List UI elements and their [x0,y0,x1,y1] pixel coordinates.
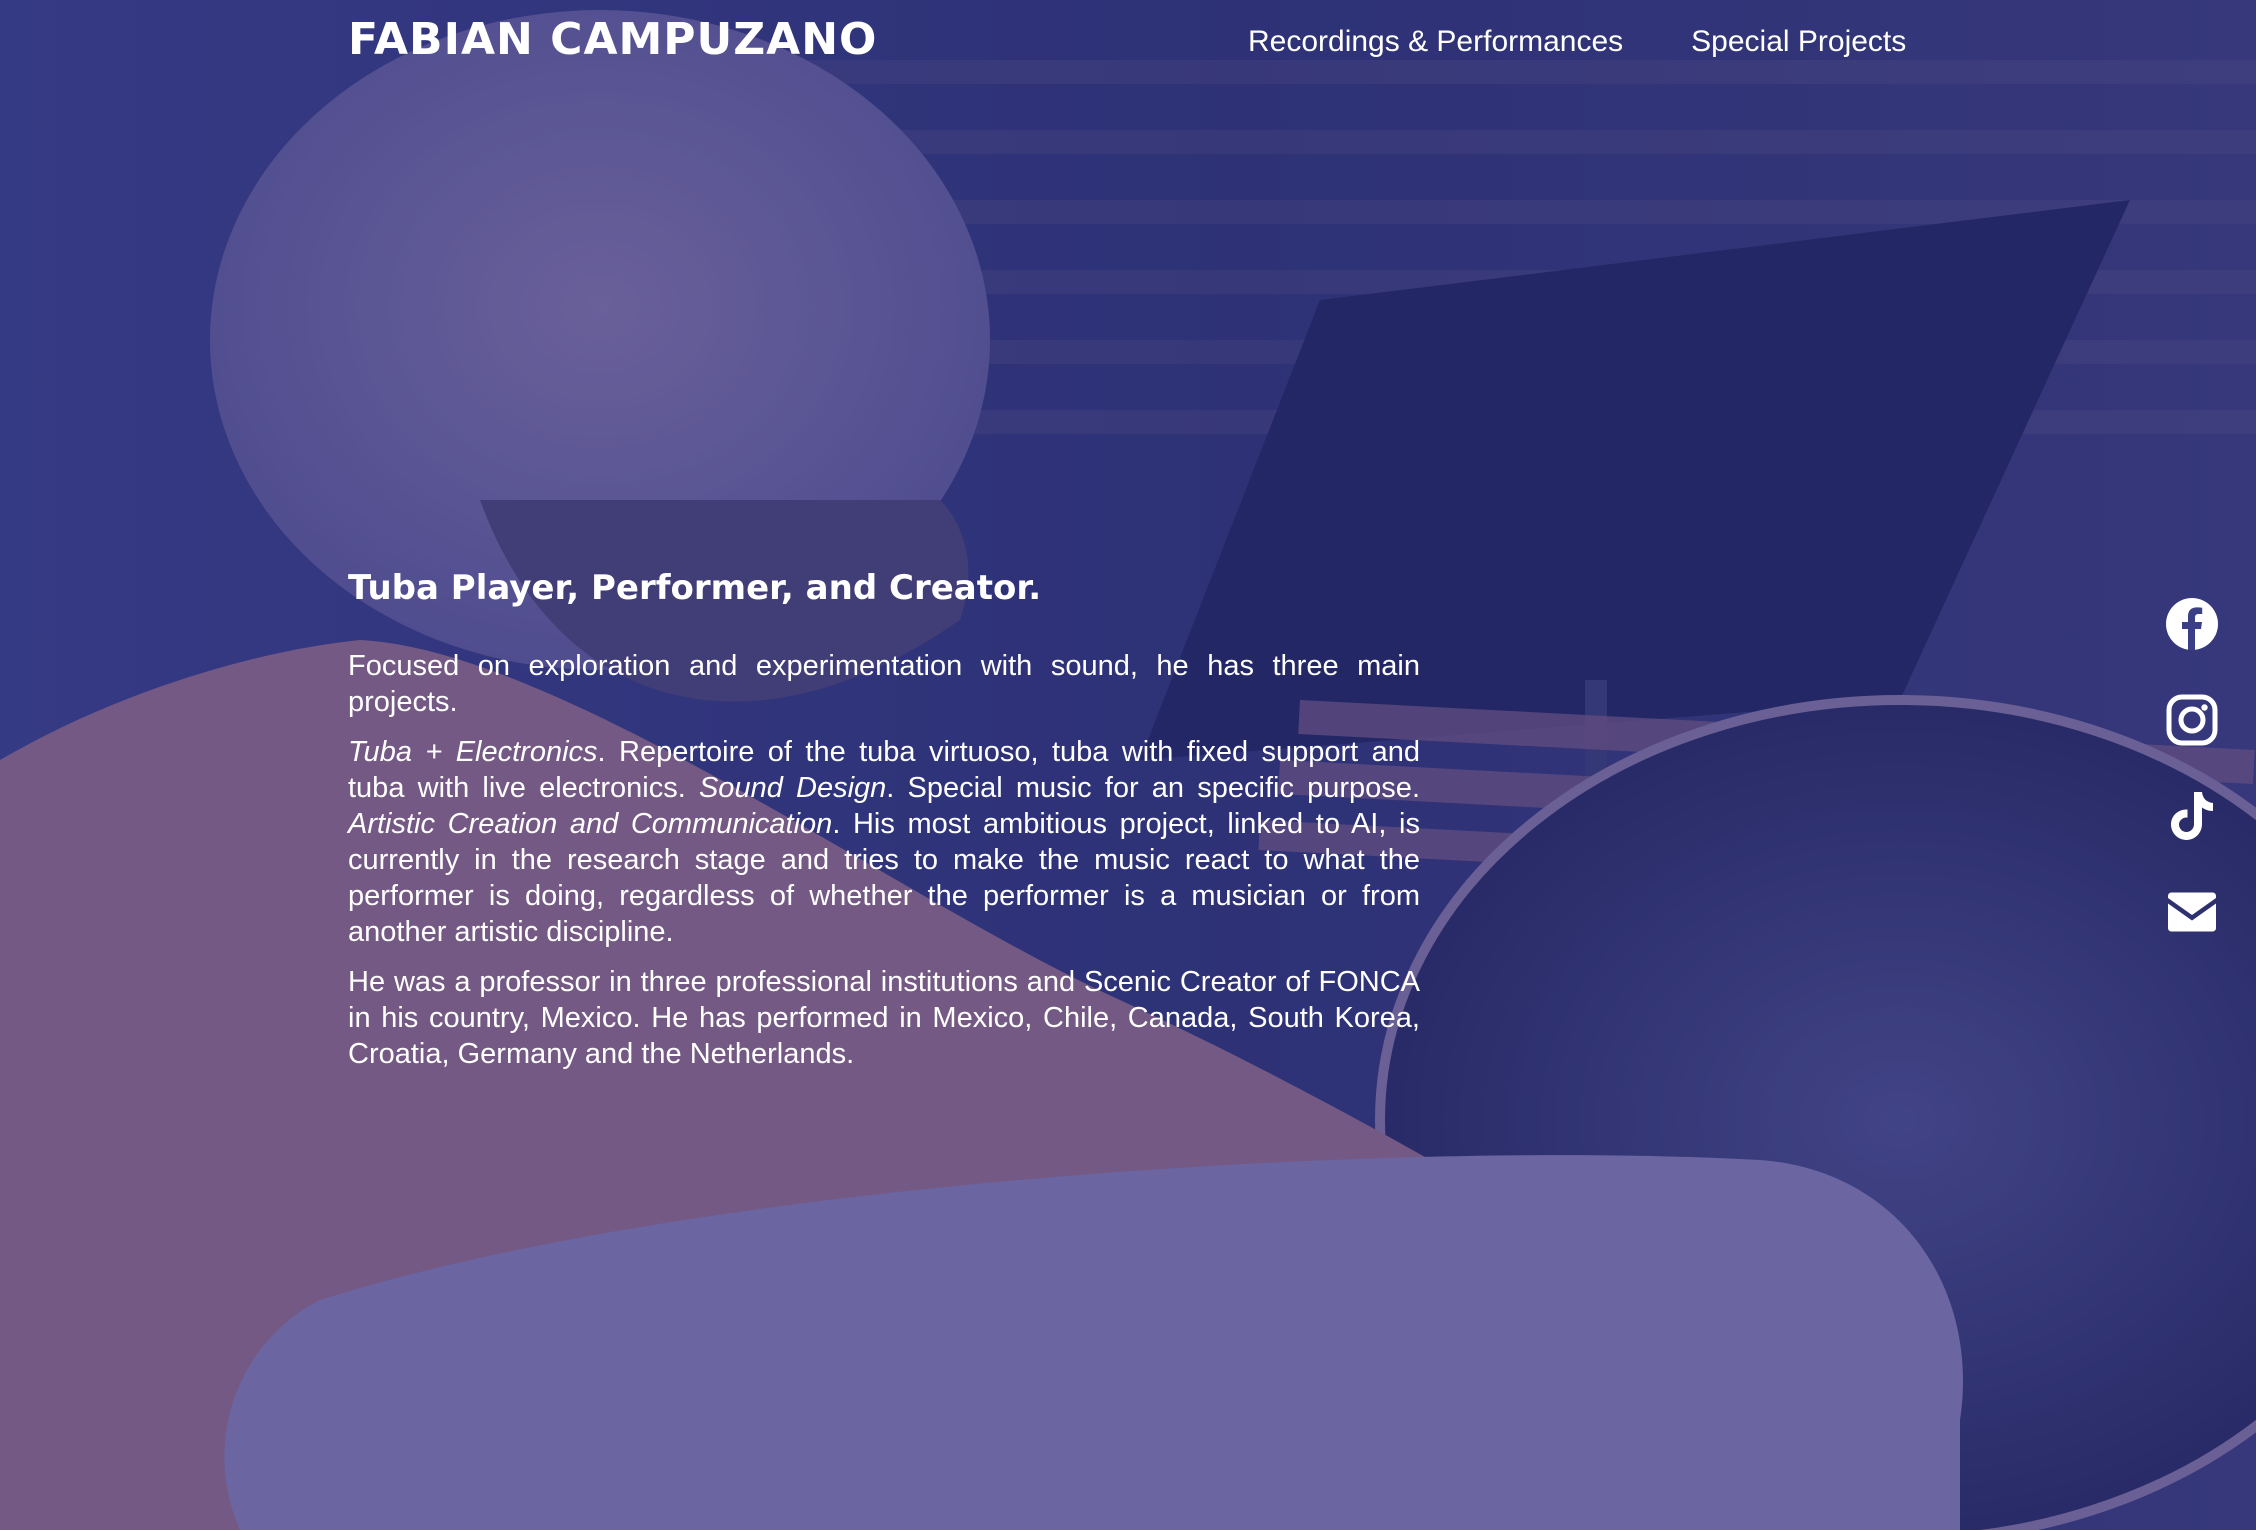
instagram-link[interactable] [2164,692,2220,748]
main-nav: Recordings & Performances Special Projec… [1248,20,1906,64]
facebook-link[interactable] [2164,596,2220,652]
page-headline: Tuba Player, Performer, and Creator. [348,568,1042,608]
intro-section: Tuba Player, Performer, and Creator. Foc… [348,564,1420,1086]
project-text-sound-design: . Special music for an specific purpose. [886,772,1420,804]
instagram-icon [2166,694,2218,746]
intro-paragraph: Focused on exploration and experimentati… [348,650,1420,718]
envelope-icon [2168,892,2216,932]
bio-paragraph: He was a professor in three professional… [348,966,1420,1070]
facebook-icon [2166,598,2218,650]
social-links [2164,596,2220,940]
project-title-artistic-creation: Artistic Creation and Communication [348,808,833,840]
tiktok-link[interactable] [2164,788,2220,844]
nav-special-projects[interactable]: Special Projects [1691,20,1906,64]
tiktok-icon [2171,792,2213,840]
projects-paragraph: Tuba + Electronics. Repertoire of the tu… [348,734,1420,950]
nav-recordings-performances[interactable]: Recordings & Performances [1248,20,1623,64]
site-logo-link[interactable]: FABIAN CAMPUZANO [348,12,877,68]
project-title-tuba-electronics: Tuba + Electronics [348,736,598,768]
email-link[interactable] [2164,884,2220,940]
project-title-sound-design: Sound Design [698,772,887,804]
